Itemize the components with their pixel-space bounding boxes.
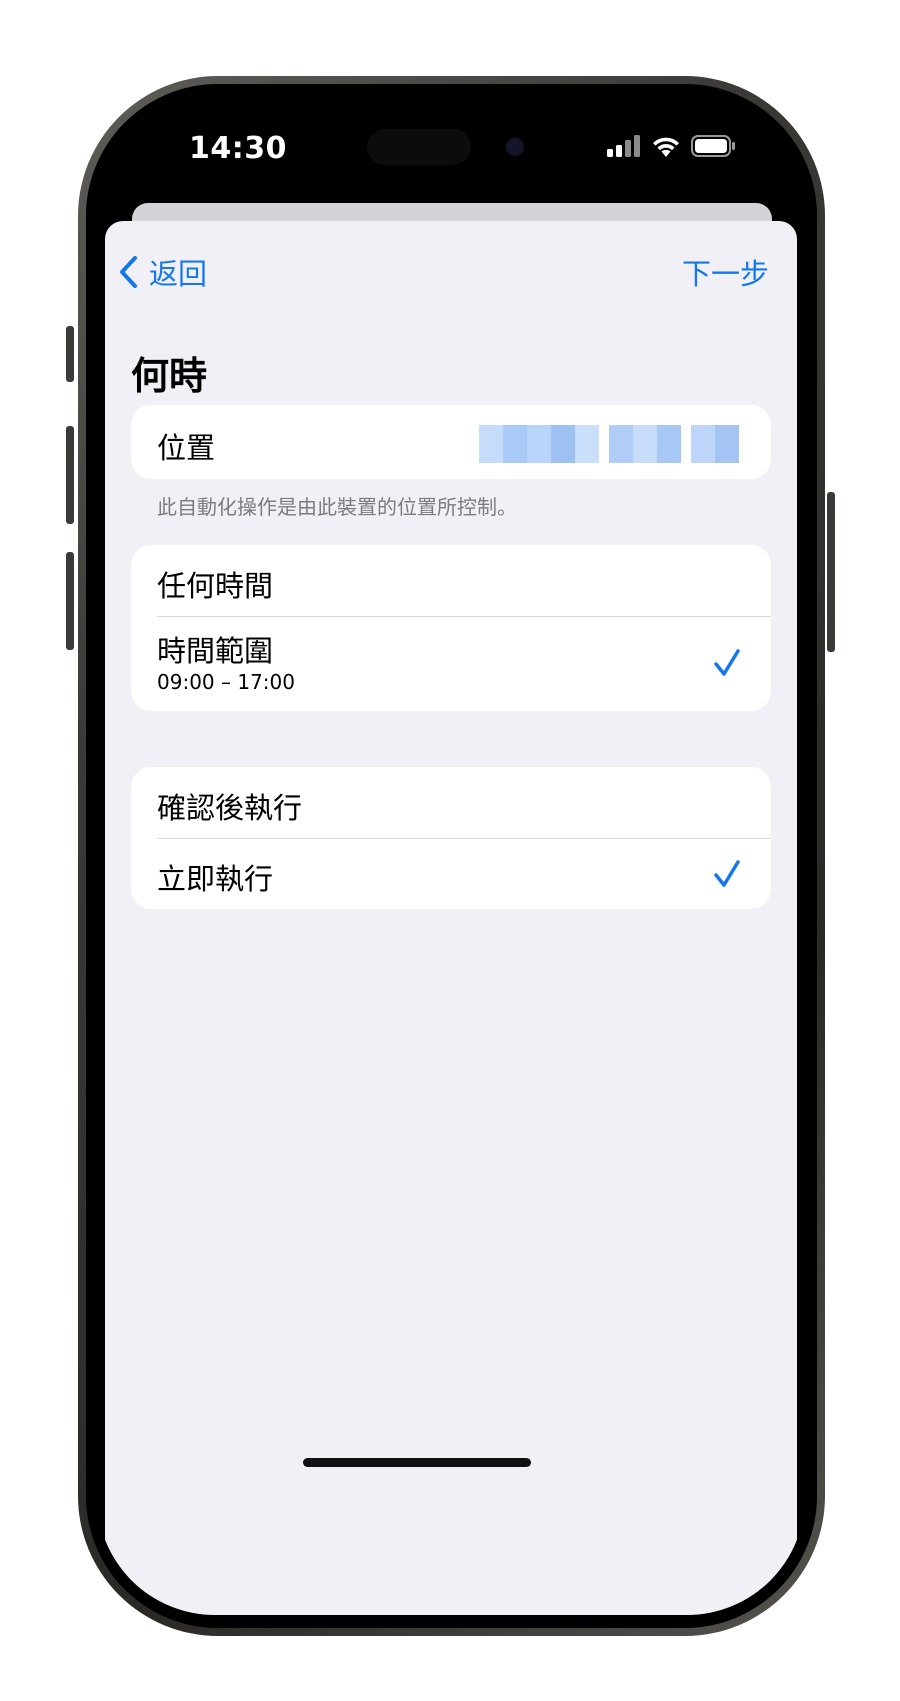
time-card: 任何時間 時間範圍 09:00 – 17:00 <box>131 545 771 711</box>
back-label: 返回 <box>149 257 208 291</box>
battery-icon <box>691 135 735 157</box>
back-button[interactable]: 返回 <box>117 251 207 293</box>
status-time: 14:30 <box>189 131 287 166</box>
time-row-label: 任何時間 <box>157 569 274 603</box>
volume-up-button <box>66 426 74 524</box>
location-card: 位置 <box>131 405 771 479</box>
wifi-icon <box>653 137 679 157</box>
section-title: 何時 <box>131 354 208 398</box>
run-row-confirm[interactable]: 確認後執行 <box>131 767 771 838</box>
run-row-label: 確認後執行 <box>157 791 303 825</box>
location-label: 位置 <box>157 431 216 465</box>
run-row-label: 立即執行 <box>157 862 274 896</box>
run-row-immediate[interactable]: 立即執行 <box>131 838 771 909</box>
status-icons <box>607 135 735 157</box>
run-mode-card: 確認後執行 立即執行 <box>131 767 771 909</box>
dynamic-island <box>367 129 471 165</box>
front-camera <box>506 138 524 156</box>
cellular-signal-icon <box>607 135 640 157</box>
checkmark-icon <box>714 860 740 887</box>
chevron-left-icon <box>120 256 137 288</box>
next-button[interactable]: 下一步 <box>682 251 769 293</box>
sheet: 返回 下一步 何時 位置 此自動化操作是由此裝置的位置所控制。 任何時間 時間範… <box>105 221 797 1615</box>
screen: 14:30 返回 下一步 何時 位置 此自動化操作是由此裝置的位置所控制。 任何… <box>97 95 805 1615</box>
location-footnote: 此自動化操作是由此裝置的位置所控制。 <box>157 495 517 519</box>
checkmark-icon <box>714 649 740 676</box>
time-range-value: 09:00 – 17:00 <box>157 670 295 694</box>
volume-down-button <box>66 552 74 650</box>
action-button <box>66 326 74 382</box>
power-button <box>827 492 835 652</box>
location-value-obscured <box>479 425 743 463</box>
time-row-any[interactable]: 任何時間 <box>131 545 771 616</box>
time-row-range[interactable]: 時間範圍 09:00 – 17:00 <box>131 616 771 711</box>
time-row-label: 時間範圍 <box>157 634 274 668</box>
home-indicator[interactable] <box>303 1458 531 1467</box>
location-row[interactable]: 位置 <box>131 405 771 479</box>
